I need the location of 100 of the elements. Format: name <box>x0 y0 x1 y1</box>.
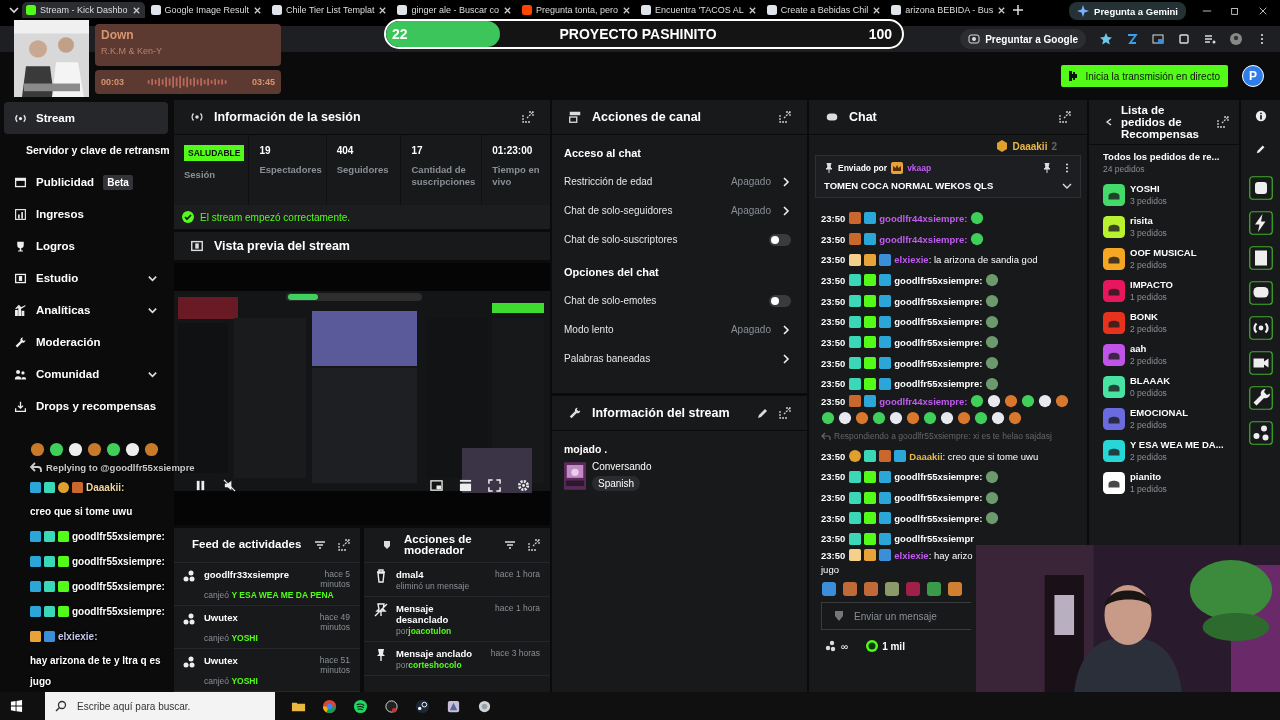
caret-icon[interactable] <box>8 4 20 16</box>
close-icon[interactable] <box>997 5 1007 15</box>
picture-in-picture-icon[interactable] <box>430 479 443 492</box>
fullscreen-icon[interactable] <box>488 479 501 492</box>
chat-username[interactable]: Daaakii <box>909 450 943 462</box>
close-icon[interactable] <box>378 5 388 15</box>
plus-icon[interactable] <box>1012 4 1025 16</box>
ask-google-button[interactable]: Preguntar a Google <box>960 29 1086 49</box>
browser-tab[interactable]: Chile Tier List Templat <box>268 2 392 18</box>
chat-username[interactable]: goodlfr55xsiempre: <box>894 357 983 369</box>
focus-icon[interactable] <box>1249 176 1273 200</box>
chat-username[interactable]: goodlfr55xsiempre: <box>894 316 983 328</box>
pencil-icon[interactable] <box>1255 143 1267 155</box>
chat-username[interactable]: goodlfr55xsiempre: <box>894 512 983 524</box>
sidebar-subitem[interactable]: Servidor y clave de retransm <box>0 134 172 166</box>
app-icon[interactable] <box>446 698 461 714</box>
filter-icon[interactable] <box>314 539 326 551</box>
playlist-icon[interactable] <box>1204 33 1216 45</box>
emote-icon[interactable] <box>947 581 963 598</box>
steam-icon[interactable] <box>415 698 430 714</box>
pin-icon[interactable] <box>1042 163 1052 173</box>
emote-icon[interactable] <box>842 581 858 598</box>
message-input[interactable]: Enviar un mensaje <box>821 602 971 631</box>
sidebar-item[interactable]: Analíticas <box>4 294 168 326</box>
windows-icon[interactable] <box>10 699 23 713</box>
clip-icon[interactable] <box>459 479 472 492</box>
browser-tab[interactable]: Stream - Kick Dashbo <box>22 2 145 18</box>
chat-username[interactable]: goodlfr44xsiempre: <box>879 395 968 407</box>
sidebar-item[interactable]: Moderación <box>4 326 168 358</box>
music-app-icon[interactable] <box>353 698 368 714</box>
all-requests-item[interactable]: Todos los pedidos de re... 24 pedidos <box>1089 145 1239 179</box>
app-icon[interactable] <box>384 698 399 714</box>
pause-icon[interactable] <box>194 479 207 492</box>
pop-out-icon[interactable] <box>522 111 534 123</box>
close-icon[interactable] <box>622 5 632 15</box>
close-icon[interactable] <box>131 5 141 15</box>
pop-out-icon[interactable] <box>338 539 350 551</box>
window-icon[interactable] <box>1152 33 1164 45</box>
chevron-right-icon[interactable] <box>781 205 791 216</box>
chat-username[interactable]: goodlfr44xsiempre: <box>879 233 968 245</box>
pop-out-icon[interactable] <box>528 539 540 551</box>
chevron-right-icon[interactable] <box>781 353 791 364</box>
wrench-icon[interactable] <box>1249 386 1273 410</box>
chat-username[interactable]: goodlfr55xsiempre: <box>894 471 983 483</box>
filter-icon[interactable] <box>504 539 516 551</box>
dots-icon[interactable] <box>1249 421 1273 445</box>
browser-tab[interactable]: Google Image Result <box>146 2 267 18</box>
avatar-button[interactable]: P <box>1242 65 1264 87</box>
go-live-button[interactable]: Inicia la transmisión en directo <box>1061 65 1228 87</box>
taskbar-search[interactable]: Escribe aquí para buscar. <box>45 692 275 720</box>
settings-icon[interactable] <box>517 479 530 492</box>
extension-icon[interactable] <box>1126 33 1138 45</box>
camera-icon[interactable] <box>1249 351 1273 375</box>
chat-username[interactable]: goodlfr55xsiempre: <box>894 378 983 390</box>
emote-icon[interactable] <box>863 581 879 598</box>
profile-icon[interactable] <box>1230 33 1242 45</box>
toggle-switch[interactable] <box>769 233 791 246</box>
lightning-icon[interactable] <box>1249 211 1273 235</box>
chevron-right-icon[interactable] <box>781 176 791 187</box>
emote-icon[interactable] <box>821 581 837 598</box>
sidebar-item[interactable]: Comunidad <box>4 358 168 390</box>
document-icon[interactable] <box>1249 246 1273 270</box>
close-icon[interactable] <box>872 5 882 15</box>
close-icon[interactable] <box>1258 6 1268 16</box>
sidebar-item[interactable]: Ingresos <box>4 198 168 230</box>
chat-username[interactable]: goodlfr55xsiempre: <box>894 274 983 286</box>
app-icon[interactable] <box>477 698 492 714</box>
puzzle-icon[interactable] <box>1178 33 1190 45</box>
close-icon[interactable] <box>503 5 512 15</box>
browser-tab[interactable]: Encuentra 'TACOS AL <box>637 2 761 18</box>
speech-bubble-icon[interactable] <box>1249 281 1273 305</box>
close-icon[interactable] <box>253 5 263 15</box>
browser-icon[interactable] <box>322 698 337 714</box>
chat-username[interactable]: elxiexie <box>894 549 929 561</box>
star-icon[interactable] <box>1100 33 1112 45</box>
chevron-right-icon[interactable] <box>781 324 791 335</box>
chat-username[interactable]: goodlfr55xsiempre: <box>894 295 983 307</box>
pop-out-icon[interactable] <box>779 111 791 123</box>
browser-tab[interactable]: ginger ale - Buscar co <box>393 2 516 18</box>
browser-tab[interactable]: arizona BEBIDA - Bus <box>887 2 1011 18</box>
pencil-icon[interactable] <box>757 407 769 419</box>
sidebar-item[interactable]: Estudio <box>4 262 168 294</box>
gemini-button[interactable]: Pregunta a Gemini <box>1069 2 1186 20</box>
broadcast-icon[interactable] <box>1249 316 1273 340</box>
sidebar-item[interactable]: Publicidad Beta <box>4 166 168 198</box>
pop-out-icon[interactable] <box>1059 111 1071 123</box>
emote-icon[interactable] <box>884 581 900 598</box>
browser-tab[interactable]: Pregunta tonta, pero <box>518 2 636 18</box>
chat-username[interactable]: goodlfr55xsiempr <box>894 533 975 545</box>
chat-username[interactable]: goodlfr55xsiempre: <box>894 336 983 348</box>
pop-out-icon[interactable] <box>779 407 791 419</box>
chat-username[interactable]: goodlfr44xsiempre: <box>879 212 968 224</box>
emote-icon[interactable] <box>926 581 942 598</box>
sidebar-item[interactable]: Logros <box>4 230 168 262</box>
browser-tab[interactable]: Create a Bebidas Chil <box>762 2 886 18</box>
chat-username[interactable]: elxiexie <box>894 254 929 266</box>
toggle-switch[interactable] <box>769 294 791 307</box>
chat-username[interactable]: goodlfr55xsiempre: <box>894 492 983 504</box>
close-icon[interactable] <box>747 5 757 15</box>
sidebar-item[interactable]: Stream <box>4 102 168 134</box>
